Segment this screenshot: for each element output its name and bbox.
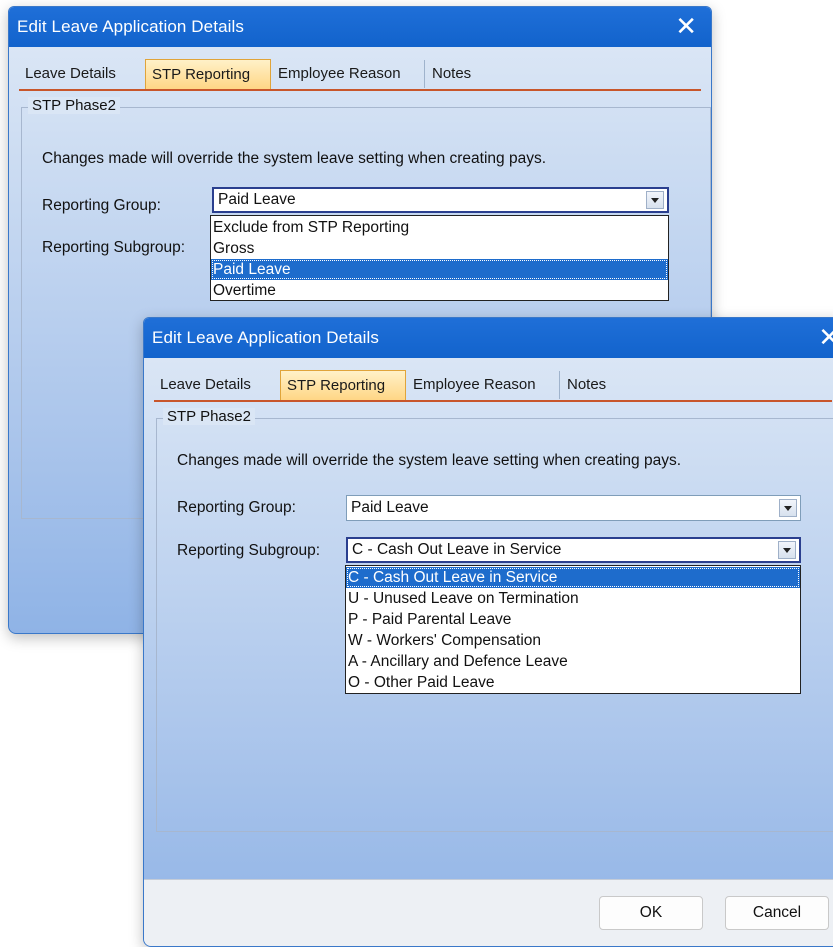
back-tab-stp-reporting[interactable]: STP Reporting xyxy=(145,59,271,91)
front-dialog: Edit Leave Application Details ✕ Leave D… xyxy=(143,317,833,947)
front-list-item[interactable]: W - Workers' Compensation xyxy=(346,630,800,651)
front-dialog-title: Edit Leave Application Details xyxy=(152,328,379,347)
front-tab-notes[interactable]: Notes xyxy=(561,371,623,399)
back-dropdown-arrow-icon[interactable] xyxy=(646,191,664,209)
front-tab-underline xyxy=(154,400,832,402)
front-subgroup-dropdown-arrow-icon[interactable] xyxy=(778,541,796,559)
front-reporting-subgroup-label: Reporting Subgroup: xyxy=(177,542,321,559)
back-reporting-group-value: Paid Leave xyxy=(218,191,296,208)
front-list-item[interactable]: O - Other Paid Leave xyxy=(346,672,800,693)
back-tab-employee-reason[interactable]: Employee Reason xyxy=(272,60,425,88)
front-reporting-group-select[interactable]: Paid Leave xyxy=(346,495,801,521)
back-close-icon[interactable]: ✕ xyxy=(675,12,697,40)
front-reporting-subgroup-list: C - Cash Out Leave in Service U - Unused… xyxy=(345,565,801,694)
back-reporting-subgroup-label: Reporting Subgroup: xyxy=(42,239,186,256)
back-list-item[interactable]: Overtime xyxy=(211,280,668,301)
back-tab-leave-details[interactable]: Leave Details xyxy=(19,60,146,88)
cancel-button[interactable]: Cancel xyxy=(725,896,829,930)
front-list-item-selected[interactable]: C - Cash Out Leave in Service xyxy=(346,567,800,588)
front-close-icon[interactable]: ✕ xyxy=(818,323,833,351)
front-group-dropdown-arrow-icon[interactable] xyxy=(779,499,797,517)
front-reporting-subgroup-value: C - Cash Out Leave in Service xyxy=(352,541,562,558)
button-bar: OK Cancel xyxy=(144,879,833,946)
back-list-item-selected[interactable]: Paid Leave xyxy=(211,259,668,280)
front-list-item[interactable]: P - Paid Parental Leave xyxy=(346,609,800,630)
back-title-bar[interactable]: Edit Leave Application Details ✕ xyxy=(9,7,711,47)
front-tab-stp-reporting[interactable]: STP Reporting xyxy=(280,370,406,402)
front-reporting-group-value: Paid Leave xyxy=(351,499,429,516)
front-reporting-group-label: Reporting Group: xyxy=(177,499,296,516)
front-title-bar[interactable]: Edit Leave Application Details ✕ xyxy=(144,318,833,358)
back-reporting-group-label: Reporting Group: xyxy=(42,197,161,214)
front-info-text: Changes made will override the system le… xyxy=(177,452,682,469)
back-tab-underline xyxy=(19,89,701,91)
back-list-item[interactable]: Gross xyxy=(211,238,668,259)
back-reporting-group-select[interactable]: Paid Leave xyxy=(212,187,669,213)
ok-button[interactable]: OK xyxy=(599,896,703,930)
front-list-item[interactable]: A - Ancillary and Defence Leave xyxy=(346,651,800,672)
back-reporting-group-list: Exclude from STP Reporting Gross Paid Le… xyxy=(210,215,669,301)
back-group-label: STP Phase2 xyxy=(28,97,120,114)
back-list-item[interactable]: Exclude from STP Reporting xyxy=(211,217,668,238)
back-dialog-title: Edit Leave Application Details xyxy=(17,17,244,36)
front-tab-leave-details[interactable]: Leave Details xyxy=(154,371,281,399)
back-tab-notes[interactable]: Notes xyxy=(426,60,488,88)
front-list-item[interactable]: U - Unused Leave on Termination xyxy=(346,588,800,609)
front-group-label: STP Phase2 xyxy=(163,408,255,425)
front-reporting-subgroup-select[interactable]: C - Cash Out Leave in Service xyxy=(346,537,801,563)
back-info-text: Changes made will override the system le… xyxy=(42,150,547,167)
front-tab-employee-reason[interactable]: Employee Reason xyxy=(407,371,560,399)
